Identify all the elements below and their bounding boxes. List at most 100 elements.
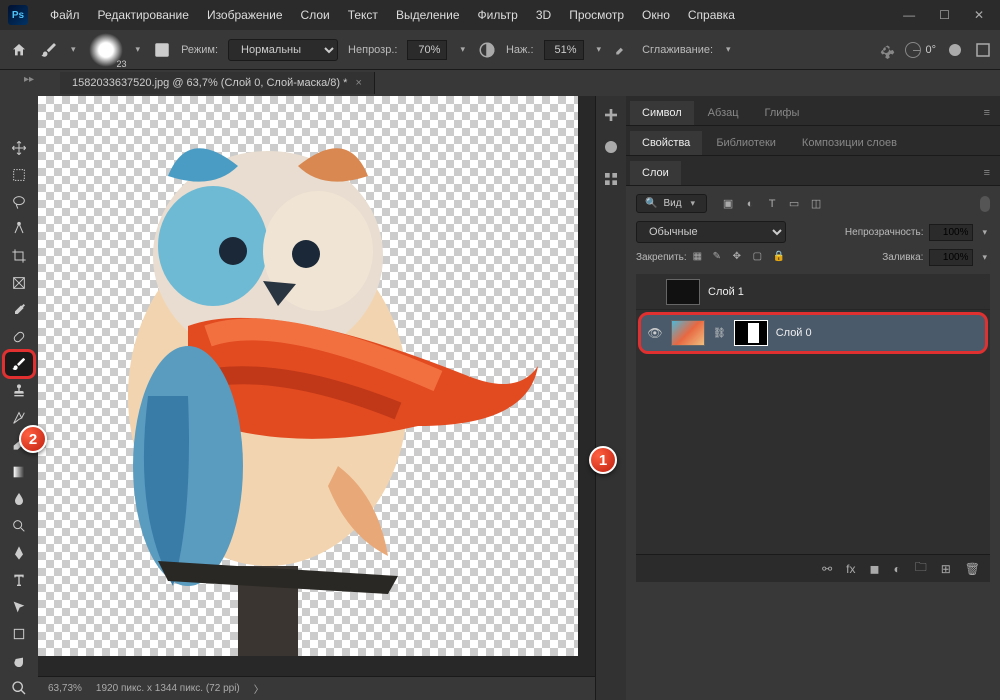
expand-toolbar-icon[interactable]: ▸▸ (24, 74, 34, 85)
menu-view[interactable]: Просмотр (561, 4, 632, 26)
fill-chevron[interactable]: ▾ (979, 252, 990, 263)
layer-row-1[interactable]: Слой 1 (636, 274, 990, 310)
filter-adjust-icon[interactable]: ◐ (743, 197, 757, 211)
pressure-size-icon[interactable] (946, 41, 964, 59)
delete-layer-icon[interactable]: 🗑 (965, 562, 980, 576)
close-button[interactable]: ✕ (974, 8, 984, 22)
panel-menu-icon[interactable]: ≡ (974, 101, 1000, 125)
pressure-opacity-icon[interactable] (478, 41, 496, 59)
menu-select[interactable]: Выделение (388, 4, 468, 26)
fx-icon[interactable]: fx (846, 562, 855, 576)
flow-chevron[interactable]: ▾ (594, 44, 605, 55)
lock-brush-icon[interactable]: ✎ (713, 251, 727, 265)
tab-layers[interactable]: Слои (630, 161, 681, 185)
layer-row-0[interactable]: 👁 ⛓ Слой 0 (638, 312, 988, 354)
blend-mode-select[interactable]: Нормальный (228, 39, 338, 61)
maximize-button[interactable]: ☐ (939, 8, 950, 22)
mask-icon[interactable]: ◼ (869, 562, 879, 576)
marquee-tool[interactable] (5, 163, 33, 187)
tab-close-icon[interactable]: × (355, 77, 361, 89)
mask-link-icon[interactable]: ⛓ (713, 328, 726, 339)
canvas-viewport[interactable] (38, 96, 595, 676)
gradient-tool[interactable] (5, 460, 33, 484)
path-select-tool[interactable] (5, 595, 33, 619)
dodge-tool[interactable] (5, 514, 33, 538)
group-icon[interactable]: 🗀 (915, 558, 927, 579)
color-icon[interactable] (602, 138, 620, 156)
tab-properties[interactable]: Свойства (630, 131, 702, 155)
hand-tool[interactable] (5, 649, 33, 673)
menu-layers[interactable]: Слои (293, 4, 338, 26)
lock-pixels-icon[interactable]: ▦ (693, 251, 707, 265)
eyedropper-tool[interactable] (5, 298, 33, 322)
brush-size-chevron[interactable]: ▾ (133, 44, 144, 55)
pen-tool[interactable] (5, 541, 33, 565)
home-icon[interactable] (8, 39, 30, 61)
quick-select-tool[interactable] (5, 217, 33, 241)
tab-glyphs[interactable]: Глифы (753, 101, 812, 125)
frame-tool[interactable] (5, 271, 33, 295)
new-layer-icon[interactable]: ⊞ (941, 562, 951, 576)
layer-opacity-chevron[interactable]: ▾ (979, 227, 990, 238)
opacity-input[interactable] (407, 40, 447, 60)
lasso-tool[interactable] (5, 190, 33, 214)
menu-filter[interactable]: Фильтр (470, 4, 526, 26)
gear-icon[interactable] (877, 41, 895, 59)
brush-tool[interactable] (5, 352, 33, 376)
status-chevron[interactable]: 〉 (254, 681, 264, 696)
lock-all-icon[interactable]: 🔒 (773, 251, 787, 265)
menu-edit[interactable]: Редактирование (90, 4, 197, 26)
menu-window[interactable]: Окно (634, 4, 678, 26)
filter-smart-icon[interactable]: ◫ (809, 197, 823, 211)
tab-character[interactable]: Символ (630, 101, 694, 125)
filter-pixel-icon[interactable]: ▣ (721, 197, 735, 211)
angle-control[interactable]: 0° (905, 42, 936, 58)
flow-input[interactable] (544, 40, 584, 60)
menu-text[interactable]: Текст (340, 4, 386, 26)
filter-shape-icon[interactable]: ▭ (787, 197, 801, 211)
dock-panel-icon-1[interactable] (602, 106, 620, 124)
tab-layer-comps[interactable]: Композиции слоев (790, 131, 909, 155)
crop-tool[interactable] (5, 244, 33, 268)
layer-name[interactable]: Слой 0 (776, 327, 812, 339)
move-tool[interactable] (5, 136, 33, 160)
document-tab[interactable]: 1582033637520.jpg @ 63,7% (Слой 0, Слой-… (60, 72, 375, 94)
fill-input[interactable] (929, 249, 973, 266)
menu-file[interactable]: Файл (42, 4, 88, 26)
minimize-button[interactable]: — (903, 8, 915, 22)
stamp-tool[interactable] (5, 379, 33, 403)
filter-type-icon[interactable]: T (765, 197, 779, 211)
filter-kind-select[interactable]: 🔍 Вид ▾ (636, 194, 707, 213)
menu-help[interactable]: Справка (680, 4, 743, 26)
tab-paragraph[interactable]: Абзац (696, 101, 751, 125)
blur-tool[interactable] (5, 487, 33, 511)
layers-menu-icon[interactable]: ≡ (974, 161, 1000, 185)
lock-position-icon[interactable]: ✥ (733, 251, 747, 265)
tab-libraries[interactable]: Библиотеки (704, 131, 788, 155)
menu-3d[interactable]: 3D (528, 4, 559, 26)
mask-thumbnail[interactable] (734, 320, 768, 346)
airbrush-icon[interactable] (614, 41, 632, 59)
smoothing-chevron[interactable]: ▾ (723, 44, 734, 55)
zoom-tool[interactable] (5, 676, 33, 700)
layer-opacity-input[interactable] (929, 224, 973, 241)
brush-tool-icon[interactable] (40, 41, 58, 59)
lock-artboard-icon[interactable]: ▢ (753, 251, 767, 265)
layer-thumbnail[interactable] (666, 279, 700, 305)
adjustment-icon[interactable]: ◐ (893, 562, 900, 576)
layer-blend-select[interactable]: Обычные (636, 221, 786, 243)
filter-toggle[interactable] (980, 196, 990, 212)
swatches-icon[interactable] (602, 170, 620, 188)
brush-settings-icon[interactable] (153, 41, 171, 59)
type-tool[interactable] (5, 568, 33, 592)
menu-image[interactable]: Изображение (199, 4, 291, 26)
symmetry-icon[interactable] (974, 41, 992, 59)
zoom-level[interactable]: 63,73% (48, 683, 82, 694)
link-layers-icon[interactable]: ⚯ (822, 562, 832, 576)
brush-preset-chevron[interactable]: ▾ (68, 44, 79, 55)
opacity-chevron[interactable]: ▾ (457, 44, 468, 55)
visibility-toggle[interactable]: 👁 (647, 326, 663, 340)
layer-thumbnail[interactable] (671, 320, 705, 346)
document-dimensions[interactable]: 1920 пикс. x 1344 пикс. (72 ppi) (96, 683, 240, 694)
healing-tool[interactable] (5, 325, 33, 349)
